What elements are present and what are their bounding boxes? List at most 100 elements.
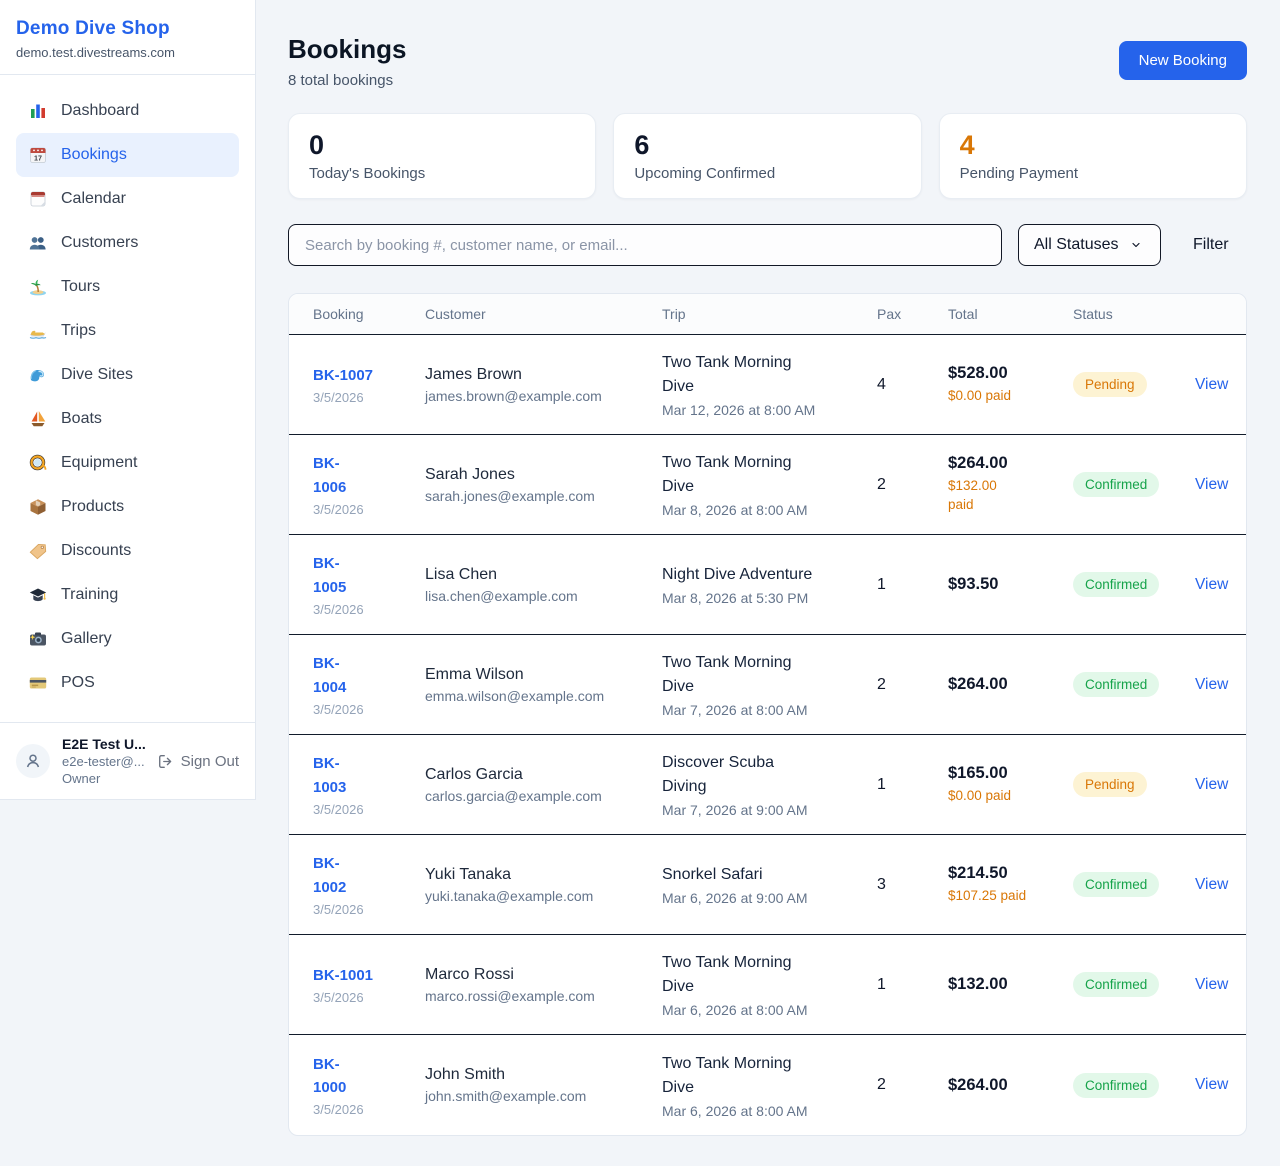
view-link[interactable]: View [1195, 976, 1228, 993]
trip-name: Two Tank Morning Dive [662, 951, 812, 999]
sidebar-item-customers[interactable]: Customers [16, 221, 239, 265]
view-link[interactable]: View [1195, 1076, 1228, 1093]
status-badge: Pending [1073, 772, 1147, 797]
pax-count: 2 [877, 476, 948, 494]
booking-date: 3/5/2026 [313, 602, 411, 617]
sidebar-item-trips[interactable]: Trips [16, 309, 239, 353]
view-link[interactable]: View [1195, 476, 1228, 493]
user-role: Owner [62, 771, 145, 786]
sign-out-button[interactable]: Sign Out [157, 753, 239, 770]
filter-row: All Statuses Filter [288, 224, 1247, 266]
speedboat-icon [28, 321, 48, 341]
pax-count: 2 [877, 1076, 948, 1094]
sidebar-item-pos[interactable]: POS [16, 661, 239, 705]
column-header-status: Status [1073, 306, 1195, 322]
sidebar-item-dashboard[interactable]: Dashboard [16, 89, 239, 133]
trip-name: Night Dive Adventure [662, 563, 848, 587]
paid-amount: $132.00 paid [948, 477, 1013, 515]
brand-name[interactable]: Demo Dive Shop [16, 18, 239, 40]
sidebar-item-equipment[interactable]: Equipment [16, 441, 239, 485]
stat-card-upcoming-confirmed: 6 Upcoming Confirmed [613, 113, 921, 199]
status-badge: Confirmed [1073, 672, 1159, 697]
sidebar-item-bookings[interactable]: 17 Bookings [16, 133, 239, 177]
column-header-pax: Pax [877, 306, 948, 322]
sidebar-item-boats[interactable]: Boats [16, 397, 239, 441]
new-booking-button[interactable]: New Booking [1119, 41, 1247, 80]
status-badge: Confirmed [1073, 972, 1159, 997]
view-link[interactable]: View [1195, 776, 1228, 793]
status-badge: Confirmed [1073, 472, 1159, 497]
trip-datetime: Mar 8, 2026 at 5:30 PM [662, 590, 863, 606]
search-input[interactable] [288, 224, 1002, 266]
person-icon [23, 751, 43, 771]
logout-icon [157, 753, 174, 770]
customer-email: carlos.garcia@example.com [425, 788, 648, 804]
status-badge: Confirmed [1073, 872, 1159, 897]
sidebar-item-discounts[interactable]: Discounts [16, 529, 239, 573]
svg-text:17: 17 [34, 153, 42, 162]
booking-date: 3/5/2026 [313, 1102, 411, 1117]
sidebar-item-label: Discounts [61, 542, 131, 560]
trip-datetime: Mar 7, 2026 at 8:00 AM [662, 702, 863, 718]
sidebar: Demo Dive Shop demo.test.divestreams.com… [0, 0, 256, 800]
filter-button[interactable]: Filter [1193, 236, 1229, 254]
view-link[interactable]: View [1195, 676, 1228, 693]
sidebar-item-label: Calendar [61, 190, 126, 208]
paid-amount: $0.00 paid [948, 787, 1059, 806]
pax-count: 4 [877, 376, 948, 394]
sidebar-nav: Dashboard 17 Bookings Calendar Customers… [0, 75, 255, 722]
sidebar-item-label: Training [61, 586, 118, 604]
pax-count: 1 [877, 776, 948, 794]
sidebar-item-tours[interactable]: Tours [16, 265, 239, 309]
sailboat-icon [28, 409, 48, 429]
sidebar-item-calendar[interactable]: Calendar [16, 177, 239, 221]
user-panel: E2E Test U... e2e-tester@... Owner Sign … [0, 722, 255, 799]
tear-off-calendar-icon [28, 189, 48, 209]
sidebar-item-products[interactable]: Products [16, 485, 239, 529]
sidebar-item-gallery[interactable]: Gallery [16, 617, 239, 661]
sidebar-item-training[interactable]: Training [16, 573, 239, 617]
table-row: BK-1007 3/5/2026 James Brown james.brown… [289, 335, 1246, 435]
people-icon [28, 233, 48, 253]
sidebar-item-label: Gallery [61, 630, 112, 648]
customer-email: sarah.jones@example.com [425, 488, 648, 504]
status-badge: Confirmed [1073, 1073, 1159, 1098]
sidebar-item-dive-sites[interactable]: Dive Sites [16, 353, 239, 397]
graduation-cap-icon [28, 585, 48, 605]
table-row: BK-1006 3/5/2026 Sarah Jones sarah.jones… [289, 435, 1246, 535]
stat-value: 4 [960, 130, 1226, 161]
booking-link[interactable]: BK-1005 [313, 552, 358, 599]
view-link[interactable]: View [1195, 876, 1228, 893]
booking-link[interactable]: BK-1003 [313, 752, 358, 799]
column-header-booking: Booking [313, 306, 425, 322]
trip-name: Discover Scuba Diving [662, 751, 812, 799]
user-name: E2E Test U... [62, 736, 145, 752]
status-select[interactable]: All Statuses [1018, 224, 1161, 266]
sidebar-item-label: Customers [61, 234, 138, 252]
view-link[interactable]: View [1195, 376, 1228, 393]
booking-link[interactable]: BK-1001 [313, 964, 373, 987]
brand[interactable]: Demo Dive Shop demo.test.divestreams.com [0, 0, 255, 75]
total-amount: $264.00 [948, 454, 1059, 473]
total-amount: $132.00 [948, 975, 1059, 994]
trip-name: Two Tank Morning Dive [662, 451, 812, 499]
status-badge: Pending [1073, 372, 1147, 397]
stat-value: 0 [309, 130, 575, 161]
booking-link[interactable]: BK-1002 [313, 852, 358, 899]
wave-icon [28, 365, 48, 385]
table-row: BK-1003 3/5/2026 Carlos Garcia carlos.ga… [289, 735, 1246, 835]
customer-name: James Brown [425, 366, 648, 384]
paid-amount: $0.00 paid [948, 387, 1059, 406]
trip-name: Snorkel Safari [662, 863, 848, 887]
trip-name: Two Tank Morning Dive [662, 651, 812, 699]
booking-link[interactable]: BK-1000 [313, 1053, 358, 1100]
view-link[interactable]: View [1195, 576, 1228, 593]
booking-date: 3/5/2026 [313, 390, 411, 405]
pax-count: 2 [877, 676, 948, 694]
booking-link[interactable]: BK-1004 [313, 652, 358, 699]
column-header-trip: Trip [662, 306, 877, 322]
booking-link[interactable]: BK-1006 [313, 452, 358, 499]
booking-link[interactable]: BK-1007 [313, 364, 373, 387]
trip-name: Two Tank Morning Dive [662, 351, 812, 399]
camera-icon [28, 629, 48, 649]
